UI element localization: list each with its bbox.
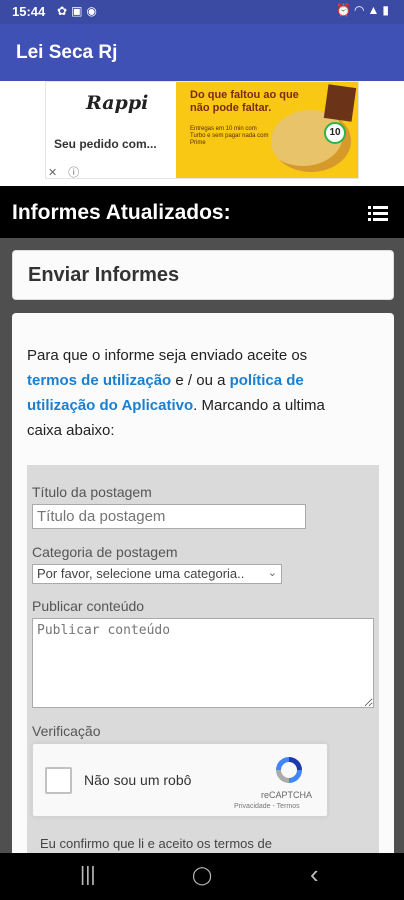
image-icon: ▣ <box>71 4 87 18</box>
recaptcha-brand: reCAPTCHA <box>261 790 313 800</box>
ad-tagline: Seu pedido com... <box>54 137 157 151</box>
signal-icon: ▲ <box>367 3 383 17</box>
ad-headline: Do que faltou ao que não pode faltar. <box>190 89 299 114</box>
terms-link[interactable]: termos de utilização <box>27 372 171 389</box>
intro-text-part: Para que o informe seja enviado aceite o… <box>27 347 308 364</box>
category-label: Categoria de postagem <box>32 544 178 560</box>
recaptcha-logo-icon <box>276 757 302 783</box>
system-nav-bar: ||| ◯ ‹ <box>0 853 404 900</box>
home-icon[interactable]: ◯ <box>192 865 212 886</box>
intro-text: Para que o informe seja enviado aceite o… <box>27 343 357 443</box>
list-menu-icon[interactable] <box>368 206 388 222</box>
sync-icon: ◉ <box>86 4 101 18</box>
section-header: Informes Atualizados: <box>0 186 404 238</box>
status-bar: 15:44 ✿▣◉ ⏰◠▲▮ <box>0 0 404 24</box>
send-reports-form-card: Para que o informe seja enviado aceite o… <box>12 313 394 873</box>
ad-badge: 10 <box>324 122 346 144</box>
send-reports-card-header: Enviar Informes <box>12 250 394 300</box>
content-label: Publicar conteúdo <box>32 598 145 614</box>
alarm-icon: ⏰ <box>336 3 355 17</box>
ad-area: Rappi Seu pedido com... Do que faltou ao… <box>0 81 404 186</box>
back-icon[interactable]: ‹ <box>310 859 319 890</box>
menu-bullet <box>368 212 371 215</box>
menu-bullet <box>368 206 371 209</box>
recaptcha-links[interactable]: Privacidade - Termos <box>234 803 300 810</box>
wifi-icon: ◠ <box>354 3 368 17</box>
confirm-terms-text: Eu confirmo que li e aceito os termos de <box>40 836 272 851</box>
menu-bullet <box>368 218 371 221</box>
section-title: Informes Atualizados: <box>12 201 231 224</box>
intro-text-part: e / ou a <box>171 372 230 389</box>
category-select[interactable]: Por favor, selecione uma categoria.. ⌄ <box>32 564 282 584</box>
recaptcha-label: Não sou um robô <box>84 772 192 788</box>
menu-line <box>373 212 388 215</box>
app-bar: Lei Seca Rj <box>0 24 404 81</box>
battery-icon: ▮ <box>382 3 392 17</box>
status-time: 15:44 <box>12 4 46 19</box>
ad-right-panel: Do que faltou ao que não pode faltar. En… <box>176 82 358 178</box>
ad-close-icon[interactable]: ✕ ⓘ <box>48 164 83 180</box>
category-selected-value: Por favor, selecione uma categoria.. <box>37 566 245 581</box>
ad-banner[interactable]: Rappi Seu pedido com... Do que faltou ao… <box>45 81 359 179</box>
ad-subtext: Entregas em 10 min com Turbo e sem pagar… <box>190 126 269 146</box>
chevron-down-icon: ⌄ <box>267 567 277 579</box>
status-right-icons: ⏰◠▲▮ <box>336 3 392 17</box>
menu-line <box>373 206 388 209</box>
verification-label: Verificação <box>32 723 101 739</box>
recent-apps-icon[interactable]: ||| <box>80 864 96 887</box>
app-title: Lei Seca Rj <box>16 42 118 63</box>
menu-line <box>373 218 388 221</box>
ad-chocolate-image <box>323 84 357 122</box>
status-left-icons: ✿▣◉ <box>57 4 101 18</box>
settings-icon: ✿ <box>57 4 72 18</box>
card-title: Enviar Informes <box>28 264 180 286</box>
title-label: Título da postagem <box>32 484 152 500</box>
recaptcha-widget: Não sou um robô reCAPTCHA Privacidade - … <box>32 743 328 817</box>
ad-brand-logo: Rappi <box>86 92 149 114</box>
title-input[interactable] <box>32 504 306 529</box>
recaptcha-checkbox[interactable] <box>45 767 72 794</box>
content-textarea[interactable] <box>32 618 374 708</box>
